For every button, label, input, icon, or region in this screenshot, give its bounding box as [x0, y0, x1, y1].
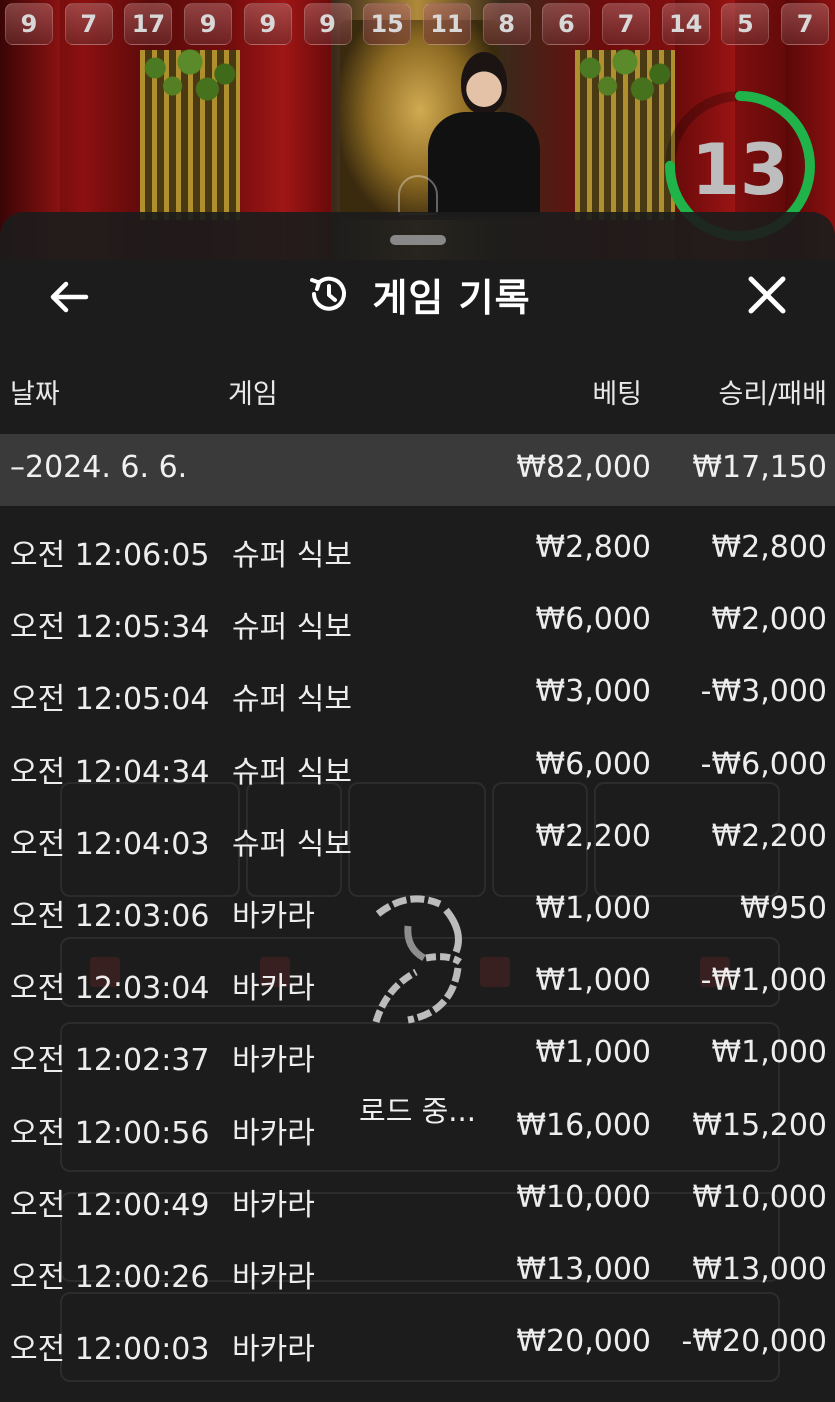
row-time: 오전 12:04:03 [10, 826, 210, 862]
row-game: 슈퍼 식보 [232, 682, 352, 718]
row-win-loss: ₩10,000 [692, 1179, 827, 1215]
row-win-loss: ₩1,000 [711, 1035, 827, 1071]
row-game: 슈퍼 식보 [232, 538, 352, 573]
row-time: 오전 12:00:49 [10, 1187, 210, 1223]
history-row[interactable]: 오전 12:05:04 슈퍼 식보 ₩3,000 -₩3,000 [0, 656, 835, 728]
row-bet: ₩1,000 [535, 891, 651, 926]
row-game: 슈퍼 식보 [232, 610, 352, 646]
row-game: 바카라 [232, 971, 315, 1007]
column-header-date: 날짜 [10, 379, 60, 410]
row-win-loss: ₩950 [740, 891, 827, 926]
history-row[interactable]: 오전 12:00:03 바카라 ₩20,000 -₩20,000 [0, 1306, 835, 1378]
row-bet: ₩20,000 [516, 1324, 651, 1360]
panel-header: 게임 기록 [0, 264, 835, 324]
plant-decor-right [567, 44, 683, 220]
row-bet: ₩3,000 [535, 674, 651, 710]
row-bet: ₩1,000 [535, 963, 651, 999]
row-time: 오전 12:02:37 [10, 1043, 210, 1079]
result-number-badge: 9 [5, 3, 53, 45]
group-date: –2024. 6. 6. [10, 450, 188, 485]
row-time: 오전 12:03:04 [10, 971, 210, 1007]
result-number-badge: 11 [422, 3, 471, 45]
close-icon [748, 276, 786, 314]
row-bet: ₩2,200 [535, 818, 651, 854]
row-game: 바카라 [232, 1187, 315, 1223]
row-game: 바카라 [232, 1043, 315, 1079]
row-time: 오전 12:00:03 [10, 1332, 210, 1368]
column-header-win-loss: 승리/패배 [718, 379, 827, 410]
row-time: 오전 12:04:34 [10, 754, 210, 790]
result-number-badge: 17 [124, 3, 173, 45]
row-win-loss: ₩2,800 [711, 530, 827, 565]
history-row[interactable]: 오전 12:00:26 바카라 ₩13,000 ₩13,000 [0, 1234, 835, 1306]
result-number-badge: 8 [482, 3, 531, 45]
row-win-loss: ₩2,200 [711, 818, 827, 854]
history-row[interactable]: 오전 12:00:49 바카라 ₩10,000 ₩10,000 [0, 1162, 835, 1234]
history-row[interactable]: 오전 12:05:34 슈퍼 식보 ₩6,000 ₩2,000 [0, 584, 835, 656]
drag-handle[interactable] [390, 235, 446, 245]
row-time: 오전 12:03:06 [10, 899, 210, 934]
history-row[interactable]: 오전 12:04:03 슈퍼 식보 ₩2,200 ₩2,200 [0, 801, 835, 873]
result-number-badge: 15 [363, 3, 412, 45]
row-time: 오전 12:05:04 [10, 682, 210, 718]
group-bet-total: ₩82,000 [516, 450, 651, 485]
history-icon [310, 276, 347, 311]
date-group-row[interactable]: –2024. 6. 6. ₩82,000 ₩17,150 [0, 434, 835, 506]
row-bet: ₩6,000 [535, 602, 651, 638]
row-game: 슈퍼 식보 [232, 826, 352, 862]
row-win-loss: -₩20,000 [681, 1324, 827, 1360]
column-header-bet: 베팅 [592, 379, 642, 410]
loading-spinner-icon [368, 892, 468, 1032]
row-game: 바카라 [232, 1332, 315, 1368]
result-number-badge: 9 [243, 3, 292, 45]
row-game: 슈퍼 식보 [232, 754, 352, 790]
dealer [428, 52, 540, 217]
history-row[interactable]: 오전 12:06:05 슈퍼 식보 ₩2,800 ₩2,800 [0, 512, 835, 584]
recent-results-strip: 9 7 17 9 9 9 15 11 8 6 7 14 5 7 [0, 0, 835, 46]
result-number-badge: 6 [542, 3, 591, 45]
row-time: 오전 12:06:05 [10, 538, 210, 573]
result-number-badge: 5 [721, 3, 770, 45]
row-time: 오전 12:05:34 [10, 610, 210, 646]
row-bet: ₩1,000 [535, 1035, 651, 1071]
result-number-badge: 9 [303, 3, 352, 45]
row-game: 바카라 [232, 899, 315, 934]
row-win-loss: ₩13,000 [692, 1252, 827, 1287]
row-bet: ₩13,000 [516, 1252, 651, 1287]
group-win-loss-total: ₩17,150 [692, 450, 827, 485]
close-button[interactable] [744, 272, 790, 318]
dice-dome [398, 175, 438, 215]
loading-text: 로드 중... [359, 1094, 476, 1128]
row-time: 오전 12:00:26 [10, 1260, 210, 1295]
row-win-loss: -₩6,000 [700, 746, 827, 782]
row-bet: ₩2,800 [535, 530, 651, 565]
page-title: 게임 기록 [372, 275, 531, 320]
plant-decor-left [132, 44, 248, 220]
result-number-badge: 14 [661, 3, 710, 45]
game-history-panel: 게임 기록 날짜 게임 베팅 승리/패배 –2024. 6. 6. ₩82,00… [0, 212, 835, 1402]
row-game: 바카라 [232, 1260, 315, 1295]
result-number-badge: 7 [64, 3, 113, 45]
result-number-badge: 7 [602, 3, 650, 45]
row-win-loss: -₩1,000 [700, 963, 827, 999]
result-number-badge: 9 [184, 3, 233, 45]
row-win-loss: -₩3,000 [700, 674, 827, 710]
history-row[interactable]: 오전 12:04:34 슈퍼 식보 ₩6,000 -₩6,000 [0, 729, 835, 801]
row-bet: ₩6,000 [535, 746, 651, 782]
row-win-loss: ₩2,000 [711, 602, 827, 638]
column-header-game: 게임 [228, 379, 278, 410]
row-bet: ₩10,000 [516, 1179, 651, 1215]
result-number-badge: 7 [781, 3, 830, 45]
